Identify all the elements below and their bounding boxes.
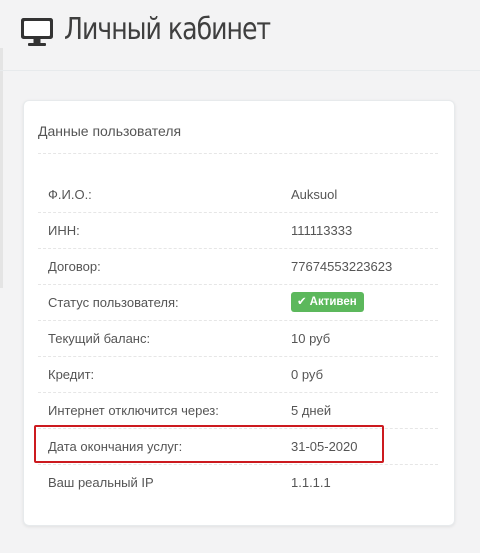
- row-label: Текущий баланс:: [48, 331, 151, 346]
- row-value: Auksuol: [291, 187, 338, 202]
- row-fio: Ф.И.О.: Auksuol: [38, 177, 438, 212]
- row-label: Статус пользователя:: [48, 295, 179, 310]
- row-value: ✔ Активен: [291, 285, 364, 320]
- row-value: 0 руб: [291, 367, 324, 382]
- row-label: Договор:: [48, 259, 101, 274]
- row-real-ip: Ваш реальный IP 1.1.1.1: [38, 464, 438, 500]
- row-value: 111113333: [291, 223, 353, 238]
- row-contract: Договор: 77674553223623: [38, 248, 438, 284]
- row-balance: Текущий баланс: 10 руб: [38, 320, 438, 356]
- row-credit: Кредит: 0 руб: [38, 356, 438, 392]
- page-left-border: [0, 48, 3, 288]
- row-label: ИНН:: [48, 223, 80, 238]
- row-value: 5 дней: [291, 403, 332, 418]
- row-label: Ф.И.О.:: [48, 187, 92, 202]
- row-label: Интернет отключится через:: [48, 403, 219, 418]
- check-icon: ✔: [297, 296, 307, 308]
- page-header: Личный кабинет: [0, 0, 480, 71]
- monitor-icon: [21, 18, 53, 46]
- row-value: 10 руб: [291, 331, 331, 346]
- page-title: Личный кабинет: [64, 12, 271, 47]
- row-status: Статус пользователя: ✔ Активен: [38, 284, 438, 320]
- row-value: 1.1.1.1: [291, 475, 331, 490]
- row-inn: ИНН: 111113333: [38, 212, 438, 248]
- row-label: Кредит:: [48, 367, 95, 382]
- row-label: Ваш реальный IP: [48, 475, 154, 490]
- panel-title: Данные пользователя: [38, 109, 438, 154]
- highlight-box: [34, 425, 384, 463]
- row-value: 77674553223623: [291, 259, 393, 274]
- status-badge-label: Активен: [309, 296, 357, 308]
- row-disconnect: Интернет отключится через: 5 дней: [38, 392, 438, 428]
- status-badge: ✔ Активен: [291, 292, 364, 312]
